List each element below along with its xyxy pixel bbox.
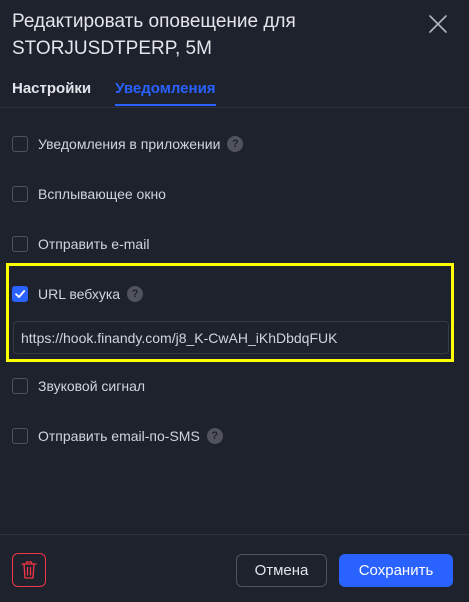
option-sound-alert[interactable]: Звуковой сигнал (12, 376, 145, 396)
checkmark-icon (15, 290, 26, 298)
webhook-url-input[interactable] (13, 321, 449, 354)
save-button[interactable]: Сохранить (339, 554, 453, 587)
in-app-notifications-label: Уведомления в приложении (38, 136, 221, 152)
trash-icon (21, 561, 37, 579)
send-email-label: Отправить e-mail (38, 236, 150, 252)
sound-alert-checkbox[interactable] (12, 378, 28, 394)
close-icon (429, 15, 447, 33)
cancel-button[interactable]: Отмена (236, 554, 327, 587)
send-email-checkbox[interactable] (12, 236, 28, 252)
in-app-notifications-checkbox[interactable] (12, 136, 28, 152)
webhook-url-checkbox[interactable] (12, 286, 28, 302)
question-icon[interactable]: ? (227, 136, 244, 152)
tab-divider (0, 107, 469, 108)
tab-notifications[interactable]: Уведомления (115, 80, 216, 106)
option-popup[interactable]: Всплывающее окно (12, 184, 166, 204)
option-send-email[interactable]: Отправить e-mail (12, 234, 149, 254)
tab-bar: Настройки Уведомления (12, 80, 240, 106)
option-email-to-sms[interactable]: Отправить email-по-SMS ? (12, 426, 223, 446)
footer-divider (0, 534, 469, 535)
question-icon[interactable]: ? (127, 286, 144, 302)
dialog-title: Редактировать оповещение для STORJUSDTPE… (12, 11, 296, 59)
email-to-sms-label: Отправить email-по-SMS (38, 428, 200, 444)
option-webhook-url[interactable]: URL вебхука ? (12, 284, 144, 304)
delete-alert-button[interactable] (12, 553, 46, 587)
email-to-sms-checkbox[interactable] (12, 428, 28, 444)
popup-checkbox[interactable] (12, 186, 28, 202)
webhook-url-label: URL вебхука (38, 286, 121, 302)
close-button[interactable] (426, 12, 450, 36)
popup-label: Всплывающее окно (38, 186, 166, 202)
sound-alert-label: Звуковой сигнал (38, 378, 146, 394)
question-icon[interactable]: ? (206, 428, 223, 444)
option-in-app-notifications[interactable]: Уведомления в приложении ? (12, 134, 244, 154)
edit-alert-dialog: Редактировать оповещение для STORJUSDTPE… (0, 0, 469, 602)
tab-settings[interactable]: Настройки (12, 80, 91, 106)
